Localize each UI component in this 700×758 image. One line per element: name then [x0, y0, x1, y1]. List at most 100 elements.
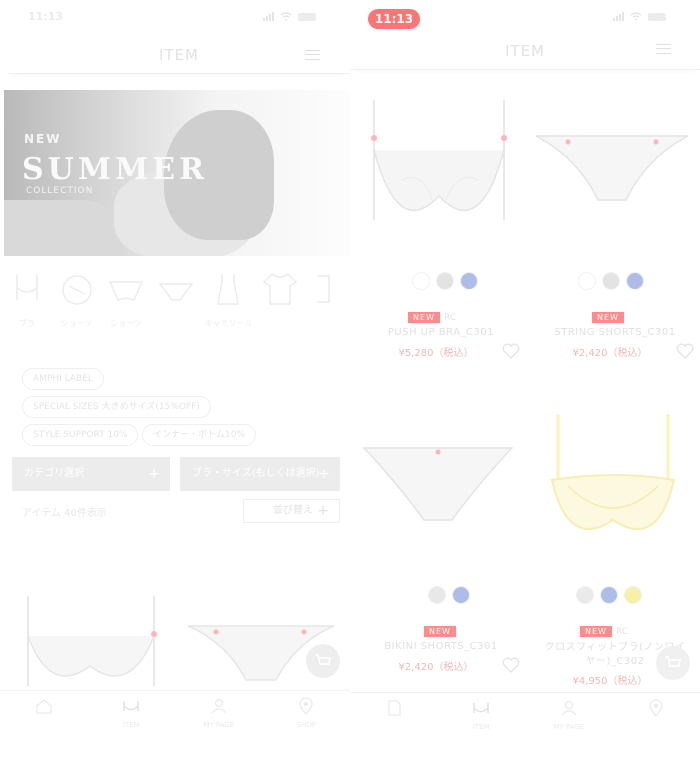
app-header: ITEM: [8, 34, 350, 74]
color-swatches: [576, 586, 642, 604]
shorts-icon: [109, 281, 144, 301]
category-label: ショーツ: [60, 319, 93, 328]
battery-icon: [298, 12, 316, 21]
status-time: 11:13: [368, 9, 420, 29]
tab-item[interactable]: ITEM: [438, 693, 526, 758]
color-swatch[interactable]: [626, 272, 644, 290]
tab-label: SHOP: [296, 721, 316, 729]
app-header: ITEM: [350, 30, 700, 70]
signal-icon: [613, 12, 624, 21]
tab-label: MY PAGE: [203, 721, 235, 729]
heart-icon[interactable]: [676, 342, 694, 360]
tab-item[interactable]: ITEM: [88, 691, 176, 758]
more-icon: [317, 275, 330, 303]
tab-home[interactable]: [350, 693, 438, 758]
size-select-label: ブラ・サイズ(もしくは選択): [192, 468, 320, 479]
bottom-nav: ITEM MY PAGE SHOP: [0, 690, 350, 758]
category-item[interactable]: [155, 270, 197, 330]
bra-icon: [473, 703, 489, 713]
plus-icon: +: [148, 466, 160, 482]
page-title: ITEM: [158, 46, 199, 64]
color-swatches: [428, 586, 470, 604]
badge-row: NEW RC: [580, 626, 628, 637]
color-swatch[interactable]: [412, 272, 430, 290]
page-title: ITEM: [504, 42, 545, 60]
tab-mypage[interactable]: MY PAGE: [175, 691, 263, 758]
hero-title: SUMMER: [22, 152, 209, 187]
color-swatch[interactable]: [578, 272, 596, 290]
home-icon: [388, 700, 401, 716]
size-select[interactable]: ブラ・サイズ(もしくは選択) +: [180, 457, 340, 491]
tab-shop[interactable]: [613, 693, 700, 758]
product-image[interactable]: [360, 444, 516, 524]
rc-badge: RC: [443, 312, 457, 323]
sort-button[interactable]: 並び替え +: [243, 499, 340, 523]
color-swatches: [578, 272, 644, 290]
product-image[interactable]: [362, 100, 516, 240]
filter-chip[interactable]: STYLE SUPPORT 10%: [22, 424, 139, 446]
rc-badge: RC: [615, 626, 629, 637]
color-swatch[interactable]: [436, 272, 454, 290]
product-name: BIKINI SHORTS_C301: [384, 641, 498, 652]
product-image[interactable]: [534, 128, 690, 208]
new-badge: NEW: [580, 626, 612, 637]
status-time: 11:13: [28, 10, 64, 23]
filter-chip[interactable]: AMPHI LABEL: [22, 368, 104, 390]
cart-icon: [315, 654, 331, 665]
tab-label: ITEM: [122, 721, 140, 729]
category-item[interactable]: ブラ: [6, 270, 48, 330]
filter-chip[interactable]: SPECIAL SIZES 大きめサイズ(15%OFF): [22, 396, 211, 418]
tab-home[interactable]: [0, 691, 88, 758]
pin-icon: [299, 697, 313, 715]
tab-shop[interactable]: SHOP: [263, 691, 351, 758]
color-swatch[interactable]: [576, 586, 594, 604]
plus-icon: +: [318, 466, 330, 482]
category-select[interactable]: カテゴリ選択 +: [12, 457, 170, 491]
category-item[interactable]: ショーツ: [56, 270, 98, 330]
product-image[interactable]: [538, 410, 688, 550]
category-item[interactable]: [259, 270, 301, 330]
color-swatch[interactable]: [602, 272, 620, 290]
camisole-icon: [216, 274, 239, 305]
hamburger-menu-icon[interactable]: [305, 50, 320, 60]
new-badge: NEW: [592, 312, 624, 323]
badge-row: NEW RC: [408, 312, 456, 323]
wifi-icon: [630, 12, 642, 21]
color-swatch[interactable]: [428, 586, 446, 604]
status-bar: 11:13: [0, 6, 350, 26]
result-count: アイテム 40件表示: [22, 508, 107, 519]
sort-label: 並び替え: [273, 505, 313, 516]
category-select-label: カテゴリ選択: [24, 468, 84, 479]
right-screen: 11:13 ITEM NEW RC PUSH UP BRA_C301 ¥5,28…: [350, 0, 700, 758]
cart-icon: [665, 656, 681, 667]
hero-banner[interactable]: NEW SUMMER COLLECTION: [4, 90, 350, 256]
filter-chips: AMPHI LABEL SPECIAL SIZES 大きめサイズ(15%OFF)…: [12, 352, 350, 452]
color-swatch[interactable]: [624, 586, 642, 604]
hamburger-menu-icon[interactable]: [656, 44, 671, 54]
heart-icon[interactable]: [502, 342, 520, 360]
wifi-icon: [280, 12, 292, 21]
category-item[interactable]: [308, 270, 350, 330]
product-card[interactable]: NEW STRING SHORTS_C301 ¥2,420（税込）: [530, 100, 700, 360]
product-card[interactable]: NEW RC PUSH UP BRA_C301 ¥5,280（税込）: [356, 100, 526, 360]
product-card[interactable]: NEW BIKINI SHORTS_C301 ¥2,420（税込）: [356, 416, 526, 686]
category-item[interactable]: キャミソール: [204, 270, 253, 330]
tab-label: ITEM: [472, 723, 490, 731]
cart-fab[interactable]: [656, 646, 690, 680]
tab-mypage[interactable]: MY PAGE: [525, 693, 613, 758]
bottom-nav: ITEM MY PAGE: [350, 692, 700, 758]
cart-fab[interactable]: [306, 644, 340, 678]
tab-label: MY PAGE: [553, 723, 585, 731]
hero-tag: COLLECTION: [26, 186, 94, 196]
color-swatch[interactable]: [460, 272, 478, 290]
product-image-bra[interactable]: [20, 596, 170, 696]
bra-icon: [16, 275, 38, 300]
category-label: ショーツ: [110, 319, 143, 328]
filter-chip[interactable]: インナー・ボトム10%: [142, 424, 257, 446]
heart-icon[interactable]: [502, 656, 520, 674]
category-label: キャミソール: [204, 319, 253, 328]
color-swatch[interactable]: [452, 586, 470, 604]
category-item[interactable]: ショーツ: [105, 270, 147, 330]
home-icon: [36, 699, 52, 714]
color-swatch[interactable]: [600, 586, 618, 604]
